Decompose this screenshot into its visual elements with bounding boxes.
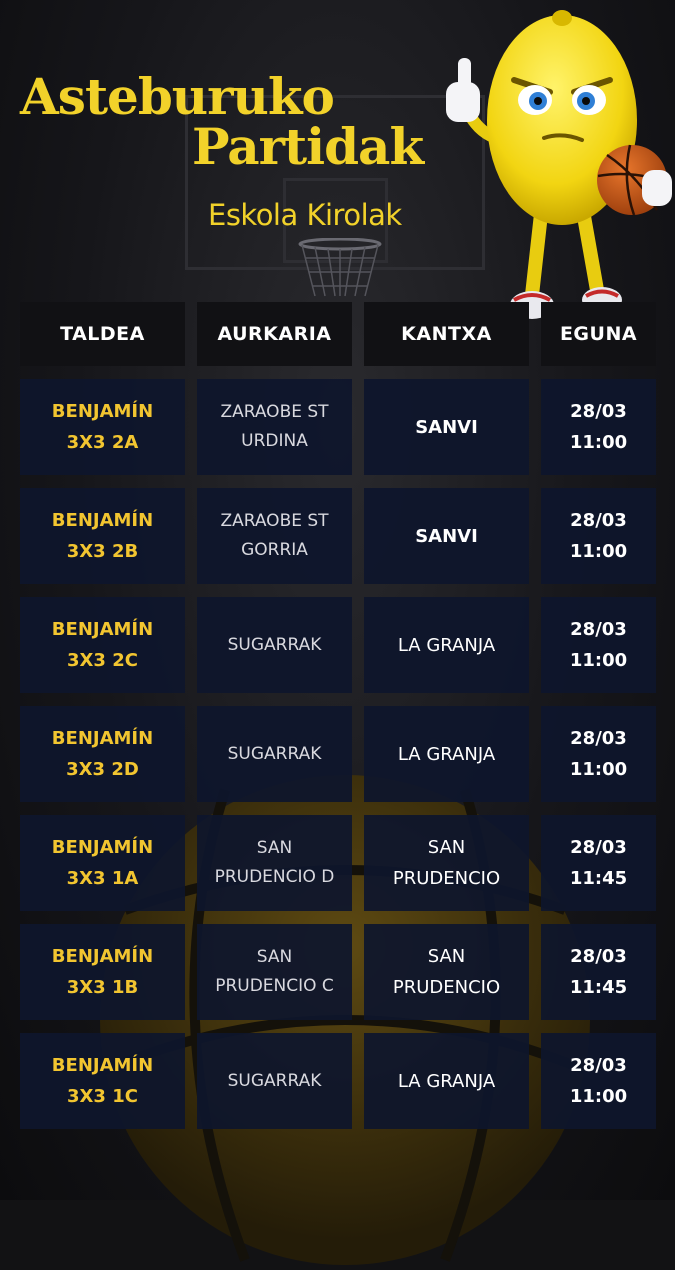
cell-text-line: 3X3 1B	[66, 977, 139, 998]
cell-text-line: 3X3 2D	[66, 759, 139, 780]
title-line-1: Asteburuko	[20, 67, 335, 126]
cell-text-line: 28/03	[570, 837, 627, 858]
lemon-mascot-icon	[446, 10, 672, 319]
table-cell-kantxa: SANVI	[364, 379, 529, 475]
cell-text-line: URDINA	[241, 431, 308, 451]
table-cell-kantxa: LA GRANJA	[364, 597, 529, 693]
cell-text-line: ZARAOBE ST	[220, 511, 329, 531]
cell-text-line: PRUDENCIO C	[215, 976, 334, 996]
table-cell-aurkaria: ZARAOBE ST GORRIA	[197, 488, 352, 584]
cell-text-line: 11:00	[569, 1086, 628, 1107]
cell-text-line: SANVI	[415, 416, 478, 438]
cell-text-line: 28/03	[570, 619, 627, 640]
title-line-2: Partidak	[192, 117, 424, 176]
cell-text-line: 11:00	[569, 541, 628, 562]
table-cell-eguna: 28/03 11:45	[541, 924, 656, 1020]
table-cell-kantxa: LA GRANJA	[364, 706, 529, 802]
cell-text-line: BENJAMÍN	[51, 837, 154, 858]
cell-text-line: 3X3 2C	[67, 650, 138, 671]
cell-text-line: LA GRANJA	[397, 743, 496, 765]
table-cell-aurkaria: SUGARRAK	[197, 706, 352, 802]
cell-text-line: 11:00	[569, 432, 628, 453]
table-cell-eguna: 28/03 11:45	[541, 815, 656, 911]
table-cell-kantxa: SANVI	[364, 488, 529, 584]
table-cell-eguna: 28/03 11:00	[541, 597, 656, 693]
cell-text-line: BENJAMÍN	[51, 401, 154, 422]
cell-text-line: SAN	[256, 838, 293, 858]
cell-text-line: BENJAMÍN	[51, 728, 154, 749]
table-cell-aurkaria: ZARAOBE ST URDINA	[197, 379, 352, 475]
table-cell-aurkaria: SUGARRAK	[197, 1033, 352, 1129]
page-subtitle: Eskola Kirolak	[208, 198, 402, 232]
column-header-taldea: TALDEA	[20, 302, 185, 366]
table-cell-taldea: BENJAMÍN 3X3 1C	[20, 1033, 185, 1129]
cell-text-line: 28/03	[570, 946, 627, 967]
table-cell-aurkaria: SAN PRUDENCIO D	[197, 815, 352, 911]
cell-text-line: SAN	[427, 837, 466, 858]
cell-text-line: SUGARRAK	[227, 743, 322, 764]
cell-text-line: SAN	[427, 946, 466, 967]
cell-text-line: SAN	[256, 947, 293, 967]
cell-text-line: 28/03	[570, 728, 627, 749]
cell-text-line: 3X3 1C	[67, 1086, 138, 1107]
cell-text-line: 28/03	[570, 1055, 627, 1076]
cell-text-line: SANVI	[415, 525, 478, 547]
cell-text-line: PRUDENCIO D	[214, 867, 335, 887]
cell-text-line: BENJAMÍN	[51, 946, 154, 967]
table-cell-taldea: BENJAMÍN 3X3 2D	[20, 706, 185, 802]
table-cell-eguna: 28/03 11:00	[541, 379, 656, 475]
cell-text-line: PRUDENCIO	[392, 977, 501, 998]
cell-text-line: 11:45	[569, 868, 628, 889]
cell-text-line: PRUDENCIO	[392, 868, 501, 889]
table-cell-taldea: BENJAMÍN 3X3 2A	[20, 379, 185, 475]
cell-text-line: 11:00	[569, 650, 628, 671]
cell-text-line: LA GRANJA	[397, 1070, 496, 1092]
table-cell-taldea: BENJAMÍN 3X3 2C	[20, 597, 185, 693]
cell-text-line: BENJAMÍN	[51, 1055, 154, 1076]
table-cell-kantxa: SAN PRUDENCIO	[364, 815, 529, 911]
cell-text-line: GORRIA	[241, 540, 308, 560]
table-cell-taldea: BENJAMÍN 3X3 1B	[20, 924, 185, 1020]
cell-text-line: 11:45	[569, 977, 628, 998]
table-cell-aurkaria: SUGARRAK	[197, 597, 352, 693]
cell-text-line: 28/03	[570, 510, 627, 531]
cell-text-line: SUGARRAK	[227, 1070, 322, 1091]
cell-text-line: 28/03	[570, 401, 627, 422]
column-header-eguna: EGUNA	[541, 302, 656, 366]
table-cell-eguna: 28/03 11:00	[541, 1033, 656, 1129]
cell-text-line: 3X3 1A	[66, 868, 139, 889]
table-cell-eguna: 28/03 11:00	[541, 488, 656, 584]
column-header-kantxa: KANTXA	[364, 302, 529, 366]
cell-text-line: 11:00	[569, 759, 628, 780]
table-cell-kantxa: LA GRANJA	[364, 1033, 529, 1129]
table-cell-aurkaria: SAN PRUDENCIO C	[197, 924, 352, 1020]
cell-text-line: BENJAMÍN	[51, 619, 154, 640]
table-cell-taldea: BENJAMÍN 3X3 2B	[20, 488, 185, 584]
cell-text-line: LA GRANJA	[397, 634, 496, 656]
cell-text-line: BENJAMÍN	[51, 510, 154, 531]
table-cell-eguna: 28/03 11:00	[541, 706, 656, 802]
column-header-aurkaria: AURKARIA	[197, 302, 352, 366]
table-cell-kantxa: SAN PRUDENCIO	[364, 924, 529, 1020]
cell-text-line: 3X3 2A	[66, 432, 139, 453]
cell-text-line: 3X3 2B	[66, 541, 139, 562]
hoop-net-graphic	[298, 238, 382, 297]
cell-text-line: ZARAOBE ST	[220, 402, 329, 422]
page-title: Asteburuko Partidak	[20, 67, 424, 176]
cell-text-line: SUGARRAK	[227, 634, 322, 655]
table-cell-taldea: BENJAMÍN 3X3 1A	[20, 815, 185, 911]
